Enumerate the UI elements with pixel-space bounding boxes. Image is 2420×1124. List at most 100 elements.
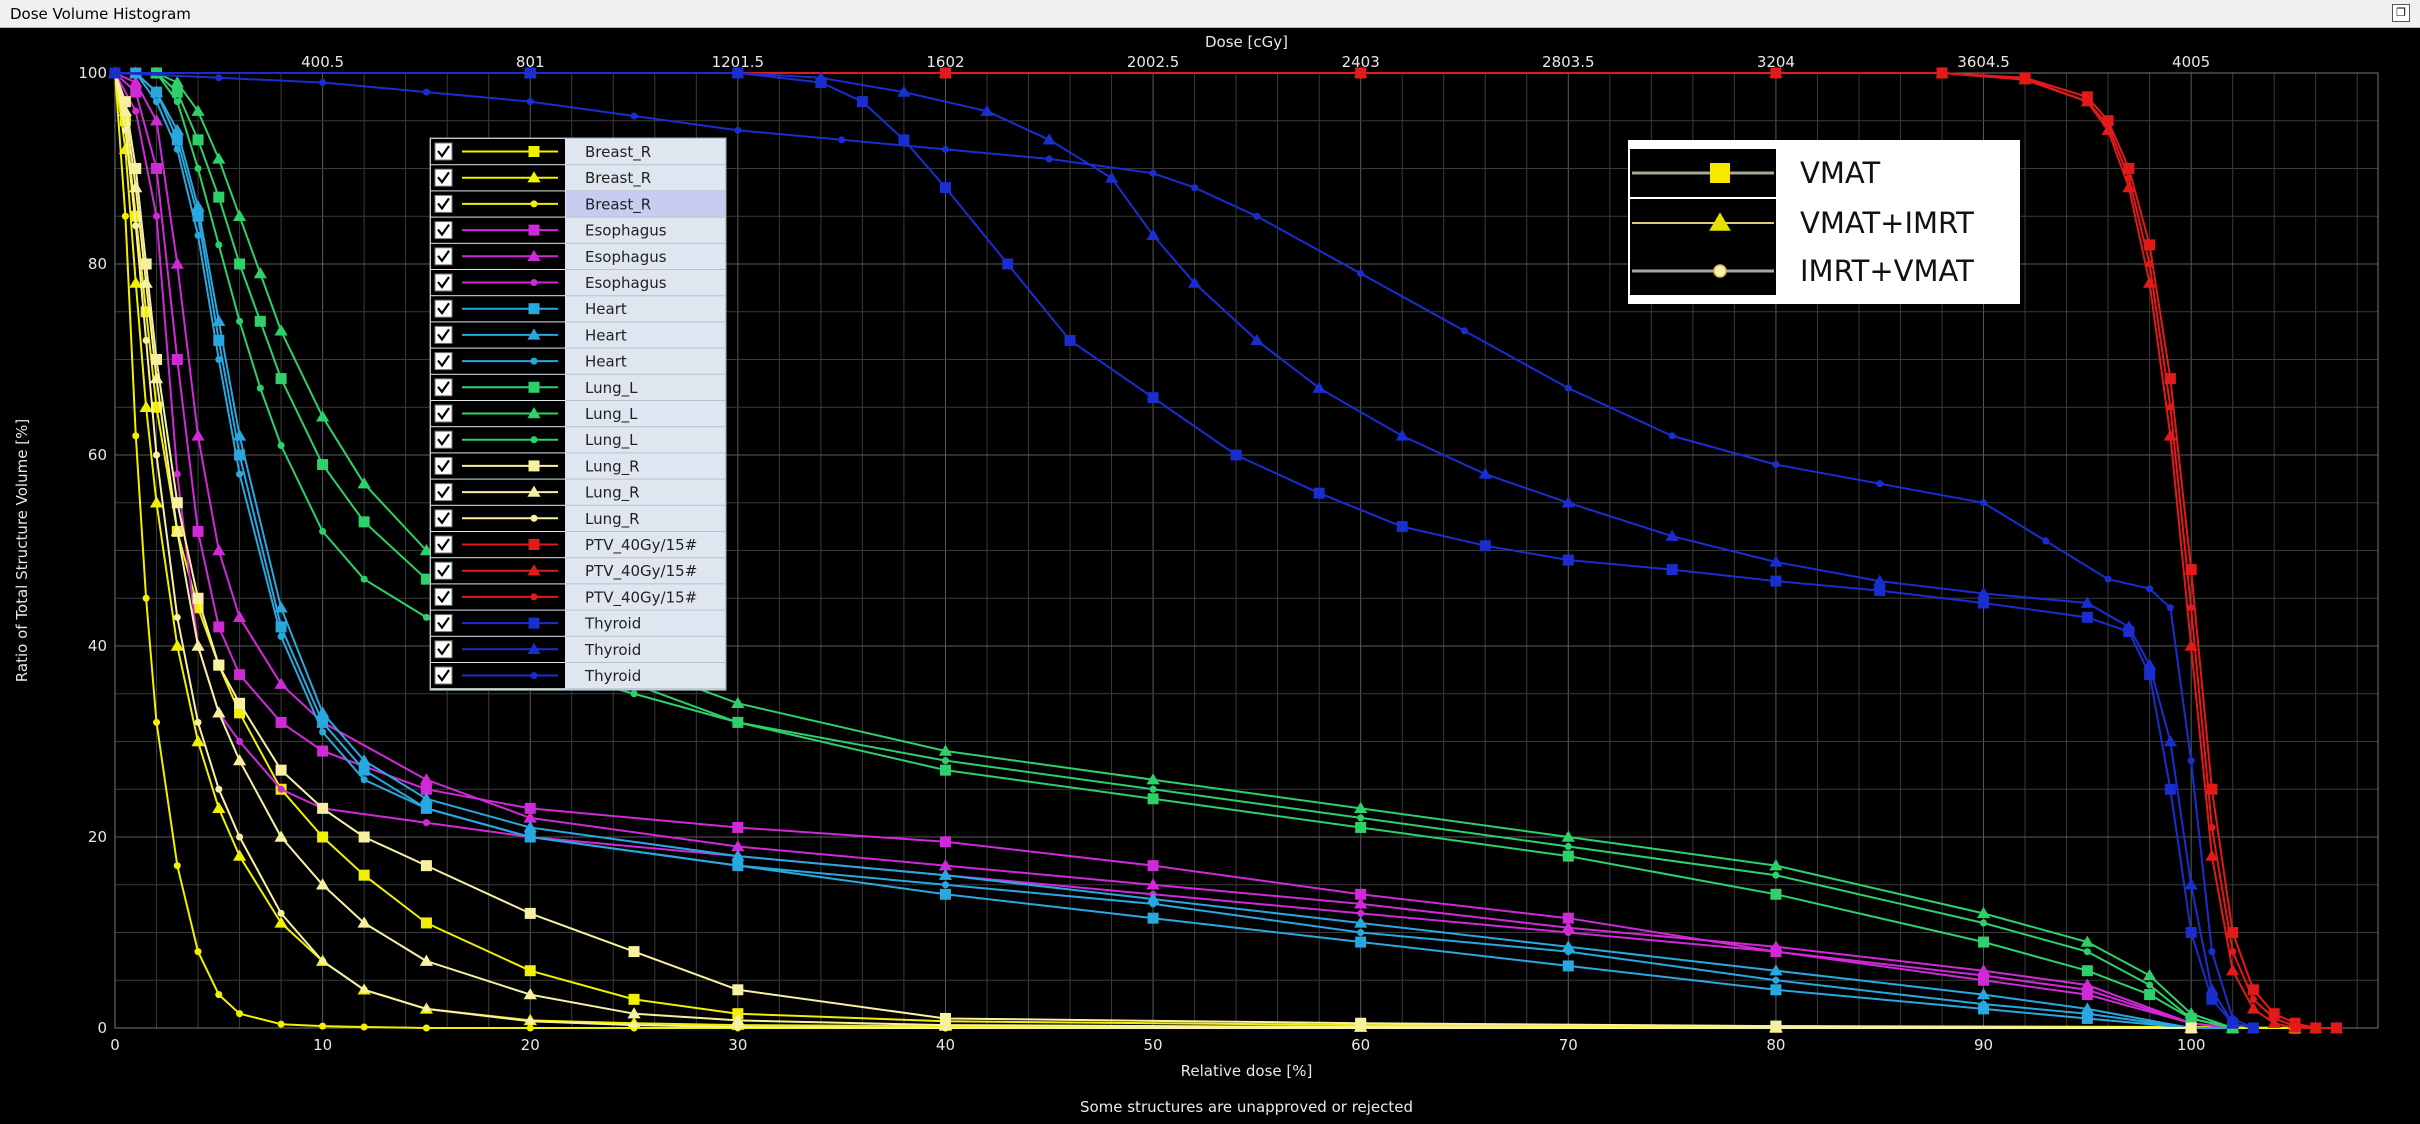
data-point [1104,171,1119,183]
legend-label: Lung_R [585,484,640,503]
data-point [524,907,536,919]
data-point [236,470,244,478]
data-point [1313,487,1325,499]
legend-label: Heart [585,300,627,318]
data-point [274,324,288,336]
legend-marker-dot-icon [530,436,538,444]
data-point [1980,1000,1988,1008]
data-point [153,98,161,106]
data-point [153,718,161,726]
data-point [142,336,150,344]
data-point [422,613,430,621]
legend-label: Esophagus [585,274,667,292]
data-point [2166,403,2174,411]
data-point [173,613,181,621]
data-point [212,152,226,164]
data-point [1045,155,1053,163]
data-point [212,706,226,718]
data-point [316,410,330,422]
data-point [939,836,951,848]
legend-label: Lung_R [585,457,640,476]
data-point [232,209,247,221]
legend-marker-dot-icon [530,200,538,208]
data-point [256,384,264,392]
x-tick-label: 20 [521,1036,540,1054]
legend-marker-square-icon [528,224,540,236]
legend-label: Lung_L [585,431,638,450]
data-point [2083,98,2091,106]
data-point [1357,909,1365,917]
data-point [1396,521,1408,533]
data-point [132,107,140,115]
data-point [1772,461,1780,469]
data-point [173,98,181,106]
data-point [419,954,434,966]
data-point [360,986,368,994]
data-point [941,757,949,765]
data-point [2163,429,2177,441]
data-point [1357,1024,1365,1032]
data-point [422,804,430,812]
data-point [275,373,287,385]
data-point [1772,948,1780,956]
data-point [317,459,329,471]
data-point [419,773,434,785]
top-tick-label: 400.5 [301,53,344,71]
data-point [358,516,370,528]
data-point [941,1024,949,1032]
y-tick-label: 60 [88,446,107,464]
data-point [1460,327,1469,335]
data-point [2081,611,2093,623]
data-point [1395,429,1409,441]
legend-label: Breast_R [585,169,651,188]
top-tick-label: 801 [516,53,545,71]
data-point [2249,995,2257,1003]
x-tick-label: 30 [728,1036,747,1054]
data-point [1042,133,1056,145]
data-point [2187,757,2195,765]
data-point [173,145,181,153]
window-titlebar: Dose Volume Histogram ❐ [0,0,2420,28]
restore-window-icon[interactable]: ❐ [2392,4,2410,22]
data-point [151,354,163,365]
data-point [2083,1010,2091,1018]
data-point [357,477,371,489]
data-point [734,862,742,870]
data-point [1149,169,1157,177]
data-point [2270,1014,2278,1022]
data-point [2187,604,2195,612]
data-point [1876,480,1884,488]
data-point [151,163,163,174]
data-point [898,134,910,146]
data-point [941,145,949,153]
legend-marker-square-icon [528,381,540,393]
data-point [213,659,225,671]
data-point [1980,499,1988,507]
data-point [192,525,204,537]
top-tick-label: 2803.5 [1542,53,1595,71]
legend-item[interactable]: Breast_R [431,191,726,218]
data-point [236,317,244,325]
data-point [1357,928,1365,937]
x-tick-label: 40 [936,1036,955,1054]
data-point [215,241,223,249]
data-point [422,1024,430,1032]
data-point [274,830,288,842]
data-point [1478,467,1492,479]
data-point [1562,960,1574,972]
data-point [939,182,951,194]
legend-label: Thyroid [584,615,641,633]
data-point [1355,936,1367,948]
data-point [1191,184,1199,192]
data-point [275,764,287,776]
data-point [2104,575,2112,583]
data-point [215,785,223,793]
legend-label: Heart [585,326,627,344]
data-point [526,833,534,841]
data-point [2144,989,2156,1001]
data-point [213,621,225,633]
data-point [2166,604,2174,612]
dot-marker-icon [1713,264,1727,278]
legend-label: Thyroid [584,667,641,685]
data-point [1980,971,1988,979]
